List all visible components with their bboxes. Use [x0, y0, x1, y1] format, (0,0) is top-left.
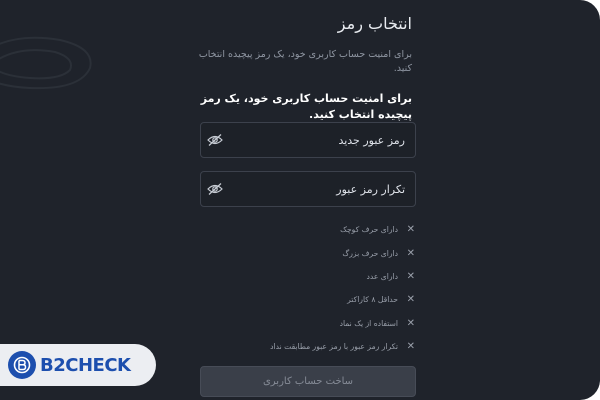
new-password-input[interactable]	[235, 123, 405, 157]
password-rule: ✕ دارای عدد	[200, 265, 415, 288]
close-x-icon: ✕	[406, 247, 415, 259]
new-password-field[interactable]	[200, 122, 416, 158]
close-x-icon: ✕	[406, 224, 415, 236]
password-rule: ✕ تکرار رمز عبور با رمز عبور مطابقت نداد	[200, 335, 415, 358]
close-x-icon: ✕	[406, 317, 415, 329]
b2check-logo-icon	[8, 351, 36, 379]
password-rule-label: دارای حرف بزرگ	[342, 248, 398, 258]
password-rules-list: ✕ دارای حرف کوچک ✕ دارای حرف بزرگ ✕ دارا…	[200, 218, 415, 358]
close-x-icon: ✕	[406, 270, 415, 282]
password-rule-label: دارای عدد	[366, 271, 398, 281]
eye-slash-icon[interactable]	[207, 133, 223, 147]
password-rule: ✕ استفاده از یک نماد	[200, 312, 415, 335]
b2check-watermark: B2CHECK	[0, 344, 156, 386]
form-instruction: برای امنیت حساب کاربری خود، یک رمز پیچید…	[200, 92, 412, 121]
password-rule-label: حداقل ۸ کاراکتر	[347, 295, 398, 305]
password-rule: ✕ دارای حرف بزرگ	[200, 241, 415, 264]
password-rule-label: استفاده از یک نماد	[339, 318, 398, 328]
page-subtitle: برای امنیت حساب کاربری خود، یک رمز پیچید…	[198, 49, 412, 74]
eye-slash-icon[interactable]	[207, 182, 223, 196]
app-frame: انتخاب رمز برای امنیت حساب کاربری خود، ی…	[0, 0, 600, 400]
repeat-password-input[interactable]	[235, 172, 405, 206]
password-rule: ✕ حداقل ۸ کاراکتر	[200, 288, 415, 311]
page-title: انتخاب رمز	[337, 14, 412, 33]
close-x-icon: ✕	[406, 294, 415, 306]
create-account-button[interactable]: ساخت حساب کاربری	[200, 366, 416, 397]
password-rule-label: دارای حرف کوچک	[340, 225, 398, 235]
repeat-password-field[interactable]	[200, 171, 416, 207]
password-rule: ✕ دارای حرف کوچک	[200, 218, 415, 241]
b2check-brand-text: B2CHECK	[40, 354, 131, 376]
close-x-icon: ✕	[406, 341, 415, 353]
background-decoration	[0, 36, 92, 90]
password-rule-label: تکرار رمز عبور با رمز عبور مطابقت نداد	[270, 342, 398, 352]
